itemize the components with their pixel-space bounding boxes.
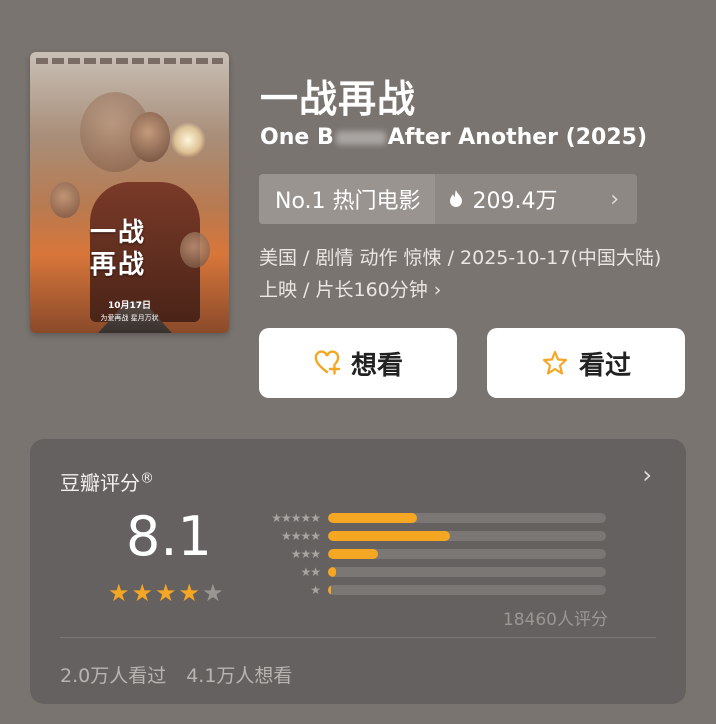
rating-bar-track bbox=[328, 513, 606, 523]
ranking-chip[interactable]: No.1 热门电影 209.4万 › bbox=[259, 174, 637, 224]
rating-score: 8.1 bbox=[126, 505, 212, 568]
flame-icon bbox=[449, 190, 462, 207]
rating-count: 18460人评分 bbox=[502, 610, 608, 630]
heart-plus-icon bbox=[314, 350, 341, 375]
registered-mark: ® bbox=[140, 470, 154, 487]
ranking-label: No.1 热门电影 bbox=[259, 174, 435, 224]
rating-bar-fill bbox=[328, 567, 337, 577]
star-outline-icon bbox=[542, 350, 568, 375]
rating-bar-track bbox=[328, 585, 606, 595]
rating-bar-track bbox=[328, 549, 606, 559]
rating-bar-fill bbox=[328, 585, 331, 595]
rating-bar-fill bbox=[328, 513, 417, 523]
star-filled-icon: ★ bbox=[131, 579, 154, 607]
poster-credits bbox=[36, 58, 223, 64]
redacted-text bbox=[335, 131, 386, 145]
star-empty-icon: ★ bbox=[202, 579, 224, 607]
rating-bar-track bbox=[328, 567, 606, 577]
subtitle-end: After Another (2025) bbox=[387, 125, 648, 150]
star-filled-icon: ★ bbox=[108, 579, 130, 607]
hot-count: 209.4万 › bbox=[435, 183, 637, 215]
star-filled-icon: ★ bbox=[178, 579, 201, 607]
poster-face-side bbox=[50, 182, 80, 218]
watched-button[interactable]: 看过 bbox=[487, 328, 685, 398]
rating-stars: ★ ★ ★ ★ ★ bbox=[108, 581, 224, 605]
bar-star-icons: ★ bbox=[310, 583, 321, 597]
chevron-right-icon[interactable]: › bbox=[642, 461, 652, 489]
chevron-right-icon: › bbox=[610, 186, 619, 212]
rating-bar-row: ★★★★ bbox=[250, 527, 606, 545]
poster-sun bbox=[170, 122, 206, 158]
bar-star-icons: ★★★ bbox=[290, 547, 321, 561]
movie-meta[interactable]: 美国 / 剧情 动作 惊悚 / 2025-10-17(中国大陆)上映 / 片长1… bbox=[259, 242, 679, 306]
want-count[interactable]: 4.1万人想看 bbox=[186, 665, 292, 687]
want-label: 想看 bbox=[350, 350, 403, 381]
watch-stats: 2.0万人看过 4.1万人想看 bbox=[60, 661, 292, 688]
star-filled-icon: ★ bbox=[155, 579, 177, 607]
bar-star-icons: ★★★★ bbox=[280, 529, 321, 543]
bar-star-icons: ★★ bbox=[300, 565, 321, 579]
subtitle-start: One B bbox=[260, 125, 334, 150]
rating-bar-row: ★ bbox=[250, 581, 606, 599]
rating-bar-fill bbox=[328, 531, 451, 541]
poster-face-side-2 bbox=[180, 232, 210, 268]
poster-title: 一战再战 bbox=[90, 218, 147, 280]
rating-bar-fill bbox=[328, 549, 379, 559]
rating-bar-row: ★★★ bbox=[250, 545, 606, 563]
seen-label: 看过 bbox=[578, 350, 631, 381]
poster-face-man bbox=[130, 112, 170, 162]
rating-distribution: ★★★★★ ★★★★ ★★★ ★★ ★ bbox=[250, 509, 606, 599]
divider bbox=[60, 637, 656, 638]
want-to-watch-button[interactable]: 想看 bbox=[259, 328, 457, 398]
rating-bar-row: ★★ bbox=[250, 563, 606, 581]
rating-title-text: 豆瓣评分 bbox=[60, 471, 140, 495]
poster-tagline: 为爱再战 星月万状 bbox=[100, 314, 159, 322]
rating-bar-row: ★★★★★ bbox=[250, 509, 606, 527]
rating-title: 豆瓣评分® bbox=[60, 467, 154, 496]
douban-rating-card[interactable]: 豆瓣评分® › 8.1 ★ ★ ★ ★ ★ ★★★★★ ★★★★ ★★★ ★★ ★ 18460人… bbox=[30, 439, 686, 704]
movie-poster[interactable]: 一战再战 10月17日 为爱再战 星月万状 bbox=[30, 52, 229, 333]
hot-count-value: 209.4万 bbox=[472, 189, 558, 214]
movie-original-title: One B After Another (2025) bbox=[260, 125, 647, 150]
movie-title: 一战再战 bbox=[260, 77, 417, 121]
seen-count[interactable]: 2.0万人看过 bbox=[60, 665, 166, 687]
bar-star-icons: ★★★★★ bbox=[271, 511, 321, 525]
poster-date: 10月17日 bbox=[107, 301, 152, 311]
rating-bar-track bbox=[328, 531, 606, 541]
